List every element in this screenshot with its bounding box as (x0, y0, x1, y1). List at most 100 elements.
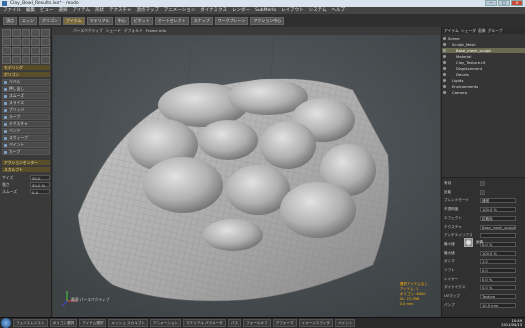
toolbar-button[interactable]: ポリゴン (39, 16, 61, 25)
toolbar-button[interactable]: アイテム (63, 16, 85, 25)
visibility-icon[interactable] (443, 85, 446, 88)
property-value[interactable]: Texture (480, 294, 516, 300)
tool-icon[interactable] (11, 47, 21, 55)
tool-icon[interactable] (21, 56, 31, 64)
menu-item[interactable]: SubMerlo (255, 7, 276, 14)
tree-item[interactable]: Decals (442, 72, 525, 77)
visibility-icon[interactable] (443, 79, 446, 82)
property-value[interactable]: 100.0 % (480, 250, 516, 256)
taskbar-item[interactable]: アニメーション (149, 319, 181, 327)
property-value[interactable]: 0.0 % (480, 276, 516, 282)
viewport-tab[interactable]: シェード (106, 27, 121, 35)
3d-viewport[interactable]: パースペクティブ シェード デフォルト Frame Info 最適 パースペクテ… (53, 27, 440, 317)
property-value[interactable]: 1.0 (480, 259, 516, 265)
taskbar-item[interactable]: フェイスレジスト (13, 319, 48, 327)
tool-icon[interactable] (11, 38, 21, 46)
tool-icon[interactable] (41, 47, 50, 55)
tool-icon[interactable] (2, 56, 11, 64)
minimize-button[interactable]: — (485, 0, 497, 6)
tool-icon[interactable] (31, 38, 41, 46)
property-value[interactable]: 0.0 (480, 268, 516, 273)
tree-item[interactable]: Lights (442, 78, 525, 83)
tool-icon[interactable] (41, 56, 50, 64)
tool-button[interactable]: 押し出し (2, 86, 50, 92)
property-value[interactable]: 100.0 % (480, 207, 516, 213)
menu-item[interactable]: レイアウト (281, 7, 304, 14)
menu-item[interactable]: ファイル (3, 7, 21, 14)
maximize-button[interactable]: □ (498, 0, 510, 6)
toolbar-button[interactable]: 頂点 (3, 16, 17, 25)
tool-icon[interactable] (31, 56, 41, 64)
toolbar-button[interactable]: エッジ (19, 16, 37, 25)
visibility-icon[interactable] (443, 55, 446, 58)
viewport-tab[interactable]: Frame Info (146, 27, 166, 35)
tree-item[interactable]: Camera (442, 90, 525, 95)
visibility-icon[interactable] (443, 61, 446, 64)
field-value[interactable]: 0.0 (30, 189, 50, 195)
menu-item[interactable]: 選択 (59, 7, 68, 14)
visibility-icon[interactable] (443, 43, 446, 46)
property-value[interactable]: Base_mesh_sculpt (480, 224, 516, 230)
menu-item[interactable]: 頂点マップ (136, 7, 159, 14)
menu-item[interactable]: 編集 (26, 7, 35, 14)
tool-button[interactable]: ベンド (2, 128, 50, 134)
menu-item[interactable]: 形状 (95, 7, 104, 14)
tool-button[interactable]: ベベル (2, 79, 50, 85)
viewport-tab[interactable]: パースペクティブ (73, 27, 103, 35)
tool-icon[interactable] (21, 47, 31, 55)
toolbar-button[interactable]: ピボット (130, 16, 153, 25)
tool-button[interactable]: テクスチャ (2, 121, 50, 127)
tool-button[interactable]: ブリッジ (2, 107, 50, 113)
toolbar-button[interactable]: ワークプレーン (214, 16, 249, 25)
tool-button[interactable]: ペイント (2, 142, 50, 148)
tool-icon[interactable] (2, 38, 11, 46)
taskbar-item[interactable]: ペイント (335, 319, 356, 327)
toolbar-button[interactable]: アクション中心 (250, 16, 285, 25)
close-button[interactable]: ✕ (511, 0, 523, 6)
menu-item[interactable]: ビュー (40, 7, 54, 14)
taskbar-item[interactable]: フォールオフ (243, 319, 271, 327)
visibility-icon[interactable] (443, 91, 446, 94)
menu-item[interactable]: テクスチャ (109, 7, 131, 14)
menu-item[interactable]: アニメーション (164, 7, 195, 14)
property-value[interactable] (480, 181, 485, 186)
property-value[interactable] (480, 189, 485, 195)
tool-button[interactable]: カーブ (2, 149, 50, 155)
tool-icon[interactable] (21, 29, 31, 37)
visibility-icon[interactable] (443, 73, 446, 76)
tool-icon[interactable] (21, 38, 31, 46)
tree-item[interactable]: Sculpt_Mesh (442, 42, 525, 47)
property-value[interactable]: 拡散色 (480, 215, 516, 221)
tool-icon[interactable] (2, 47, 11, 55)
taskbar-item[interactable]: パス (227, 319, 242, 327)
taskbar-item[interactable]: デフォーマ (272, 319, 297, 327)
taskbar-item[interactable]: アイテム選択 (79, 319, 107, 327)
panel-tab[interactable]: アイテム (444, 27, 459, 34)
viewport-canvas[interactable] (53, 35, 440, 317)
panel-tab[interactable]: シェーダ (461, 27, 476, 34)
menu-item[interactable]: システム (309, 7, 327, 14)
tool-icon[interactable] (11, 56, 21, 64)
menu-item[interactable]: ダイナミクス (200, 7, 227, 14)
tool-icon[interactable] (31, 47, 41, 55)
property-value[interactable] (480, 233, 516, 239)
menu-item[interactable]: レンダー (232, 7, 250, 14)
taskbar-item[interactable]: イメージエディタ (298, 319, 334, 327)
viewport-tab[interactable]: デフォルト (124, 27, 143, 35)
tree-item[interactable]: Base_mesh_sculpt (442, 48, 525, 53)
tool-button[interactable]: スライス (2, 100, 50, 106)
property-value[interactable]: 通常 (480, 198, 516, 204)
tree-item[interactable]: Scene (442, 36, 525, 41)
property-value[interactable]: 0.0 % (480, 285, 516, 291)
visibility-icon[interactable] (443, 67, 446, 70)
tool-icon[interactable] (2, 29, 11, 37)
visibility-icon[interactable] (443, 49, 446, 52)
taskbar-item[interactable]: メッシュ スカルプト (108, 319, 148, 327)
toolbar-button[interactable]: 中心 (114, 16, 129, 25)
menu-item[interactable]: ヘルプ (331, 7, 345, 14)
tool-icon[interactable] (31, 29, 41, 37)
tool-button[interactable]: スムーズ (2, 93, 50, 99)
tool-button[interactable]: ループ (2, 114, 50, 120)
tool-button[interactable]: スウィープ (2, 135, 50, 141)
tree-item[interactable]: Displacement (442, 66, 525, 71)
